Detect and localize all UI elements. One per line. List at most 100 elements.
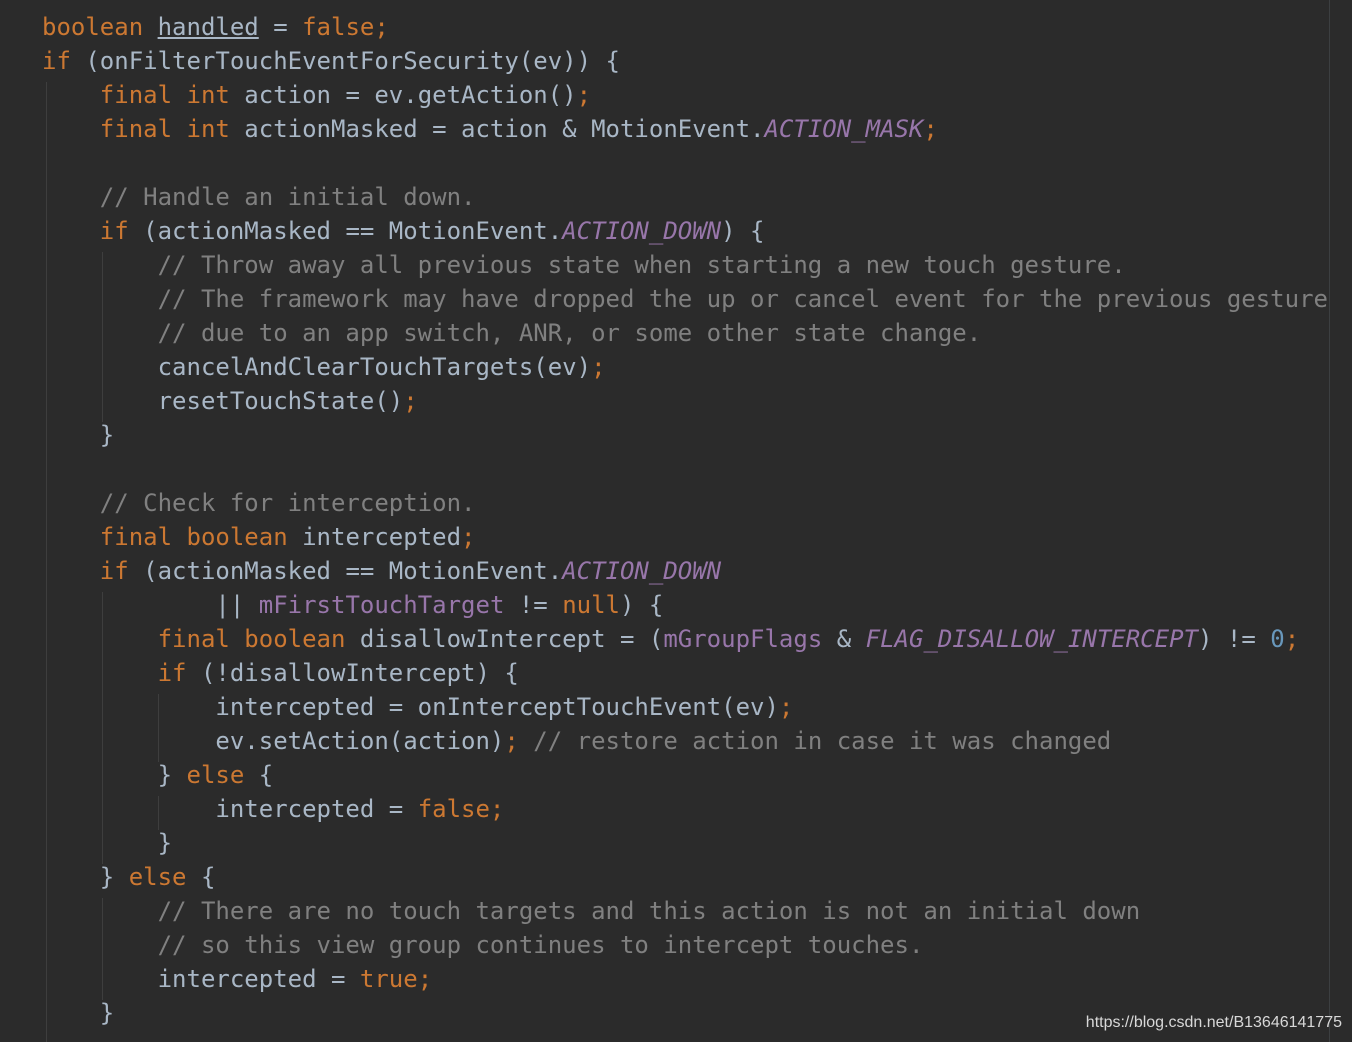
code-token: (!disallowIntercept) { (200, 659, 519, 687)
code-line[interactable]: boolean handled = false; (42, 10, 1328, 44)
code-editor[interactable]: boolean handled = false; if (onFilterTouc… (0, 0, 1352, 1042)
code-line[interactable]: // so this view group continues to inter… (42, 928, 1328, 962)
code-token: handled (157, 13, 259, 41)
code-line[interactable]: intercepted = false; (42, 792, 1328, 826)
code-token: // so this view group continues to inter… (157, 931, 924, 959)
code-token: // Check for interception. (99, 489, 476, 517)
code-token: ) { (721, 217, 765, 245)
code-token: ACTION_MASK (764, 115, 924, 143)
code-line[interactable]: final int action = ev.getAction(); (42, 78, 1328, 112)
code-token: ev.setAction(action) (215, 727, 505, 755)
code-line[interactable]: if (actionMasked == MotionEvent.ACTION_D… (42, 554, 1328, 588)
code-token: { (200, 863, 216, 891)
code-line[interactable]: // Throw away all previous state when st… (42, 248, 1328, 282)
code-token: { (258, 761, 274, 789)
code-token: 0 (1270, 625, 1285, 653)
code-token: ) != (1197, 625, 1271, 653)
code-line[interactable]: cancelAndClearTouchTargets(ev); (42, 350, 1328, 384)
code-line[interactable]: ev.setAction(action); // restore action … (42, 724, 1328, 758)
code-line[interactable]: // The framework may have dropped the up… (42, 282, 1328, 316)
code-line[interactable]: || mFirstTouchTarget != null) { (42, 588, 1328, 622)
code-token: false; (417, 795, 505, 823)
code-token: } (99, 421, 115, 449)
code-line[interactable] (42, 146, 1328, 180)
code-line[interactable]: if (onFilterTouchEventForSecurity(ev)) { (42, 44, 1328, 78)
code-token: (actionMasked == MotionEvent. (143, 217, 563, 245)
code-token: action = ev.getAction() (244, 81, 577, 109)
code-line[interactable]: final boolean disallowIntercept = (mGrou… (42, 622, 1328, 656)
code-token: (actionMasked == MotionEvent. (143, 557, 563, 585)
code-token: ; (461, 523, 476, 551)
code-token: if (157, 659, 201, 687)
code-token: (onFilterTouchEventForSecurity(ev)) { (85, 47, 620, 75)
code-token: intercepted = (215, 795, 418, 823)
code-token: actionMasked = action & MotionEvent. (244, 115, 765, 143)
code-line[interactable]: // There are no touch targets and this a… (42, 894, 1328, 928)
code-line[interactable]: intercepted = onInterceptTouchEvent(ev); (42, 690, 1328, 724)
code-line[interactable]: if (!disallowIntercept) { (42, 656, 1328, 690)
code-token: ; (778, 693, 794, 721)
code-token: final boolean (157, 625, 360, 653)
code-line[interactable]: } (42, 418, 1328, 452)
code-line[interactable]: final boolean intercepted; (42, 520, 1328, 554)
code-token: // restore action in case it was changed (533, 727, 1112, 755)
code-token: } (157, 829, 173, 857)
code-token: false; (302, 13, 389, 41)
code-token: else (128, 863, 201, 891)
code-token: final boolean (99, 523, 303, 551)
code-token: = (258, 13, 303, 41)
code-token: null (562, 591, 620, 619)
code-line[interactable]: } else { (42, 860, 1328, 894)
code-line[interactable]: // due to an app switch, ANR, or some ot… (42, 316, 1328, 350)
code-line[interactable]: if (actionMasked == MotionEvent.ACTION_D… (42, 214, 1328, 248)
code-token: disallowIntercept = ( (359, 625, 664, 653)
code-token: // Throw away all previous state when st… (157, 251, 1126, 279)
code-line[interactable] (42, 452, 1328, 486)
code-token: } (99, 999, 115, 1027)
code-line[interactable]: // Handle an initial down. (42, 180, 1328, 214)
code-line[interactable]: } (42, 826, 1328, 860)
code-block[interactable]: boolean handled = false; if (onFilterTouc… (42, 10, 1328, 1030)
code-token: if (99, 217, 144, 245)
code-token: if (42, 47, 86, 75)
code-token: ACTION_DOWN (562, 217, 722, 245)
code-line[interactable]: // Check for interception. (42, 486, 1328, 520)
code-token: boolean (42, 13, 158, 41)
watermark-text: https://blog.csdn.net/B13646141775 (1085, 1014, 1342, 1031)
code-token: final int (99, 115, 245, 143)
code-token: ; (403, 387, 418, 415)
code-line[interactable]: } else { (42, 758, 1328, 792)
code-line[interactable]: intercepted = true; (42, 962, 1328, 996)
code-line[interactable]: final int actionMasked = action & Motion… (42, 112, 1328, 146)
code-token: cancelAndClearTouchTargets(ev) (157, 353, 592, 381)
code-token: // The framework may have dropped the up… (157, 285, 1328, 313)
code-token: & (822, 625, 866, 653)
code-token: ; (923, 115, 938, 143)
code-line[interactable]: resetTouchState(); (42, 384, 1328, 418)
code-token: resetTouchState() (157, 387, 404, 415)
code-token: ; (1284, 625, 1300, 653)
code-token: intercepted = onInterceptTouchEvent(ev) (215, 693, 779, 721)
code-token: mFirstTouchTarget (258, 591, 505, 619)
code-token: else (186, 761, 259, 789)
